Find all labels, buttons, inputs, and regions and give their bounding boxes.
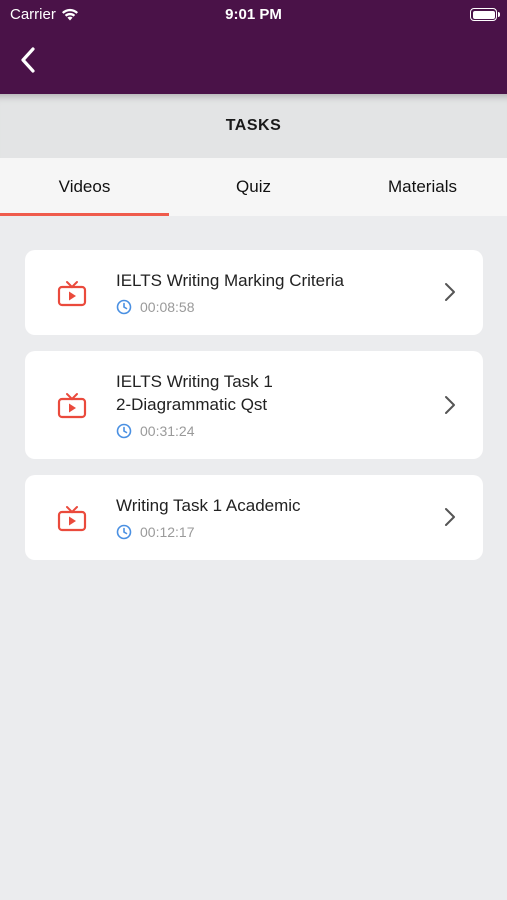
- tv-play-icon: [57, 506, 87, 532]
- status-time: 9:01 PM: [225, 6, 282, 23]
- video-title: Writing Task 1 Academic: [116, 496, 301, 515]
- back-button[interactable]: [14, 44, 46, 76]
- video-duration: 00:08:58: [116, 299, 195, 315]
- page-title: TASKS: [0, 94, 507, 158]
- tab-bar: Videos Quiz Materials: [0, 158, 507, 216]
- tv-play-icon: [57, 393, 87, 419]
- chevron-right-icon: [445, 283, 455, 301]
- duration-text: 00:12:17: [140, 524, 195, 540]
- duration-text: 00:31:24: [140, 423, 195, 439]
- video-title: IELTS Writing Marking Criteria: [116, 271, 344, 290]
- chevron-right-icon: [445, 396, 455, 414]
- clock-icon: [116, 524, 132, 540]
- clock-icon: [116, 423, 132, 439]
- tv-play-icon: [57, 281, 87, 307]
- nav-bar: [0, 30, 507, 94]
- duration-text: 00:08:58: [140, 299, 195, 315]
- video-duration: 00:31:24: [116, 423, 195, 439]
- video-list: IELTS Writing Marking Criteria 00:08:58 …: [25, 250, 483, 576]
- video-duration: 00:12:17: [116, 524, 195, 540]
- tab-videos[interactable]: Videos: [0, 158, 169, 216]
- clock-icon: [116, 299, 132, 315]
- tab-materials[interactable]: Materials: [338, 158, 507, 216]
- video-item[interactable]: IELTS Writing Marking Criteria 00:08:58: [25, 250, 483, 335]
- battery-icon: [470, 8, 500, 21]
- chevron-left-icon: [21, 47, 35, 73]
- video-title: IELTS Writing Task 1 2-Diagrammatic Qst: [116, 372, 273, 414]
- chevron-right-icon: [445, 508, 455, 526]
- tab-quiz[interactable]: Quiz: [169, 158, 338, 216]
- video-item[interactable]: Writing Task 1 Academic 00:12:17: [25, 475, 483, 560]
- video-item[interactable]: IELTS Writing Task 1 2-Diagrammatic Qst …: [25, 351, 483, 459]
- status-bar: Carrier 9:01 PM: [0, 0, 507, 30]
